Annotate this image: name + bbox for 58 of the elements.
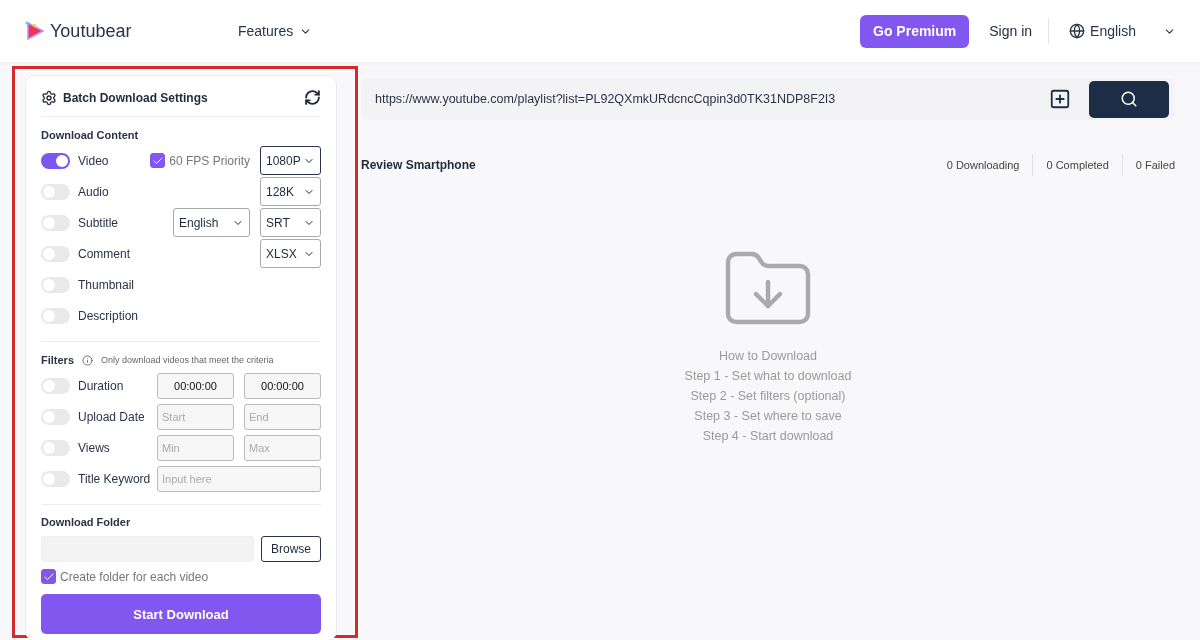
filter-input[interactable]: 00:00:00 [244,372,321,399]
filter-label: Upload Date [78,409,145,424]
instruction-text: Step 1 - Set what to download [684,368,852,385]
settings-icon [41,89,57,106]
logo-icon [24,20,46,42]
filter-input[interactable]: Start [157,403,234,430]
filter-input[interactable]: End [244,403,321,430]
status-count: 0 Completed [1032,154,1122,176]
format-dropdown[interactable]: SRT [260,208,321,237]
filter-input[interactable]: Input here [157,465,321,492]
add-button[interactable] [1049,88,1071,110]
toggle-switch[interactable] [41,152,70,169]
globe-icon [1069,23,1086,39]
status-count: 0 Failed [1121,154,1175,176]
checkbox-label: 60 FPS Priority [169,153,250,168]
section-heading: Download Folder [41,516,132,528]
checkbox-label: Create folder for each video [60,569,209,584]
filter-label: Title Keyword [78,471,151,486]
filter-input[interactable]: 00:00:00 [157,372,234,399]
start-download-button[interactable]: Start Download [41,594,321,634]
language-selector[interactable]: English [1069,23,1176,39]
content-label: Subtitle [78,215,119,230]
instruction-text: How to Download [719,348,817,365]
features-menu[interactable]: Features [238,23,313,39]
playlist-title: Review Smartphone [361,158,477,172]
checkbox[interactable] [41,569,56,584]
section-heading: Download Content [41,129,140,141]
format-dropdown[interactable]: 128K [260,177,321,206]
format-dropdown[interactable]: English [173,208,250,237]
filter-label: Views [78,440,110,455]
section-heading: Filters [41,354,74,366]
plus-icon [1049,88,1071,110]
format-dropdown[interactable]: 1080P [260,146,321,175]
checkbox[interactable] [150,153,166,168]
logo-text: Youtubear [50,20,132,42]
search-icon [1120,90,1138,108]
refresh-icon[interactable] [304,89,321,106]
format-dropdown[interactable]: XLSX [260,239,321,268]
instruction-text: Step 3 - Set where to save [694,408,842,425]
filter-input[interactable]: Min [157,434,234,461]
url-text: https://www.youtube.com/playlist?list=PL92QXmkURdcncCqpin3d0TK31NDP8F2I3 [375,92,837,106]
instruction-text: Step 2 - Set filters (optional) [690,388,846,405]
instruction-text: Step 4 - Start download [702,428,834,445]
content-label: Audio [78,184,109,199]
content-label: Description [78,308,139,323]
filters-note: Only download videos that meet the criteria [101,355,274,365]
status-count: 0 Downloading [945,158,1021,173]
sign-in-link[interactable]: Sign in [989,18,1050,44]
content-label: Thumbnail [78,277,135,292]
content-label: Comment [78,246,130,261]
go-premium-button[interactable]: Go Premium [860,14,970,48]
content-label: Video [78,153,109,168]
panel-title: Batch Download Settings [63,90,209,105]
browse-button[interactable]: Browse [261,536,321,562]
filter-input[interactable]: Max [244,434,321,461]
search-button[interactable] [1089,80,1169,118]
info-icon [82,354,93,366]
filter-label: Duration [78,378,124,393]
